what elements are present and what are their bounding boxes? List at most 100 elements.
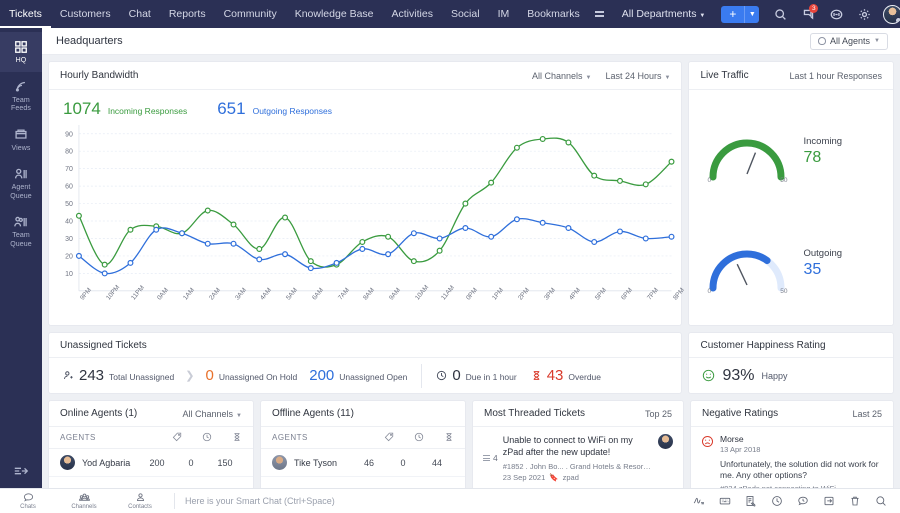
sidebar-item-hq[interactable]: HQ [0, 32, 42, 72]
gauge-incoming-dial: 0 50 [703, 121, 791, 183]
online-agents-channel-filter[interactable]: All Channels▼ [183, 409, 242, 419]
hourly-bandwidth-card: Hourly Bandwidth All Channels▼ Last 24 H… [48, 61, 682, 326]
metric-chevron-icon: ❯ [185, 369, 194, 382]
topnav-item-tickets[interactable]: Tickets [0, 0, 51, 28]
negative-ratings-card: Negative Ratings Last 25 Morse 13 Apr 20… [690, 400, 894, 488]
dashboard-row-2: Unassigned Tickets 243 Total Unassigned … [48, 332, 894, 394]
offline-agents-title: Offline Agents (11) [272, 408, 354, 419]
bottom-item-contacts[interactable]: Contacts [112, 492, 168, 510]
department-selector[interactable]: All Departments ▼ [614, 8, 714, 20]
list-item[interactable]: Morse 13 Apr 2018 Unfortunately, the sol… [691, 427, 893, 488]
feed-icon [0, 79, 42, 94]
bottom-bar-actions [686, 489, 900, 513]
online-agents-card: Online Agents (1) All Channels▼ AGENTS [48, 400, 254, 488]
sad-face-icon [701, 435, 714, 448]
sidebar-item-agent-queue-label: Agent Queue [0, 184, 42, 201]
metric-overdue-value: 43 [547, 367, 564, 384]
add-new-button[interactable]: + [721, 6, 744, 23]
smart-chat-input[interactable]: Here is your Smart Chat (Ctrl+Space) [181, 496, 686, 506]
bandwidth-line-chart[interactable]: 102030405060708090 9PM10PM11PM0AM1AM2AM3… [49, 119, 681, 325]
metric-unassigned-open[interactable]: 200 Unassigned Open [309, 367, 407, 384]
reply-icon[interactable] [816, 489, 842, 513]
gear-icon[interactable] [851, 1, 877, 27]
customer-happiness-card: Customer Happiness Rating 93% Happy [688, 332, 894, 394]
user-avatar[interactable] [883, 5, 900, 24]
sidebar-collapse-button[interactable] [0, 456, 42, 488]
customer-happiness-title: Customer Happiness Rating [700, 340, 825, 351]
metric-overdue[interactable]: 43 Overdue [531, 367, 601, 384]
page-header: Headquarters All Agents ▼ [42, 28, 900, 55]
topnav-item-customers[interactable]: Customers [51, 0, 120, 28]
trash-icon[interactable] [842, 489, 868, 513]
live-traffic-card: Live Traffic Last 1 hour Responses [688, 61, 894, 326]
metric-unassigned-on-hold[interactable]: 0 Unassigned On Hold [205, 367, 297, 384]
incoming-responses-value: 1074 [63, 99, 101, 119]
gauge-incoming: 0 50 Incoming 78 [689, 121, 893, 183]
table-row[interactable]: Yod Agbaria 200 0 150 [49, 449, 253, 477]
sidebar-item-views[interactable]: Views [0, 120, 42, 160]
bottom-item-chats[interactable]: Chats [0, 492, 56, 510]
department-selector-label: All Departments [622, 8, 697, 20]
agent-icon [818, 37, 826, 45]
agent-metric-2: 0 [174, 458, 208, 468]
outgoing-responses-value: 651 [217, 99, 245, 119]
topnav-item-chat[interactable]: Chat [120, 0, 160, 28]
clock-icon[interactable] [764, 489, 790, 513]
grid-icon [0, 39, 42, 54]
agent-filter-label: All Agents [830, 36, 870, 46]
sidebar-item-agent-queue[interactable]: Agent Queue [0, 159, 42, 207]
chat-history-icon[interactable] [790, 489, 816, 513]
bandwidth-range-filter[interactable]: Last 24 Hours▼ [606, 71, 671, 81]
table-row[interactable]: Tike Tyson 46 0 44 [261, 449, 465, 477]
metric-total-unassigned[interactable]: 243 Total Unassigned [63, 367, 174, 384]
topnav-item-im[interactable]: IM [489, 0, 519, 28]
agent-metrics: 200 0 150 [140, 458, 242, 468]
topnav-item-social[interactable]: Social [442, 0, 489, 28]
list-item[interactable]: 4 Unable to connect to WiFi on my zPad a… [473, 427, 683, 482]
most-threaded-tickets-card: Most Threaded Tickets Top 25 4 Unable to… [472, 400, 684, 488]
more-menu-icon[interactable] [595, 9, 604, 20]
topnav-item-bookmarks[interactable]: Bookmarks [518, 0, 589, 28]
thread-meta-secondary: 23 Sep 2021 🔖 zpad [503, 473, 652, 482]
tag-icon [384, 429, 394, 447]
sidebar-item-team-queue[interactable]: Team Queue [0, 207, 42, 255]
agent-metric-1: 200 [140, 458, 174, 468]
svg-text:50: 50 [65, 201, 73, 208]
metric-due-in-1-hour[interactable]: 0 Due in 1 hour [436, 367, 516, 384]
bottom-item-channels[interactable]: Channels [56, 492, 112, 510]
signature-icon[interactable] [686, 489, 712, 513]
gauge-outgoing-name: Outgoing [803, 248, 842, 259]
bandwidth-summary: 1074 Incoming Responses 651 Outgoing Res… [49, 90, 681, 119]
topnav-item-community[interactable]: Community [215, 0, 286, 28]
thread-count: 4 [483, 434, 498, 482]
dashboard-row-3: Online Agents (1) All Channels▼ AGENTS [48, 400, 894, 488]
live-traffic-header: Live Traffic Last 1 hour Responses [689, 62, 893, 90]
notifications-icon[interactable]: 3 [795, 1, 821, 27]
svg-text:30: 30 [65, 236, 73, 243]
clock-icon [436, 370, 447, 381]
gauge-outgoing-dial: 0 50 [703, 232, 791, 294]
agent-filter-button[interactable]: All Agents ▼ [810, 33, 888, 50]
topnav-item-activities[interactable]: Activities [383, 0, 442, 28]
help-icon[interactable] [823, 1, 849, 27]
sidebar-item-team-feeds[interactable]: Team Feeds [0, 72, 42, 120]
agent-metric-3: 150 [208, 458, 242, 468]
svg-text:70: 70 [65, 166, 73, 173]
gauge-incoming-meta: Incoming 78 [803, 136, 842, 167]
search-icon[interactable] [767, 1, 793, 27]
bandwidth-channel-filter[interactable]: All Channels▼ [532, 71, 591, 81]
outgoing-responses-label: Outgoing Responses [253, 106, 332, 116]
topnav-item-reports[interactable]: Reports [160, 0, 215, 28]
negative-rating-date: 13 Apr 2018 [720, 445, 883, 454]
topnav-item-knowledge-base[interactable]: Knowledge Base [286, 0, 383, 28]
search-icon[interactable] [868, 489, 894, 513]
unassigned-tickets-metrics: 243 Total Unassigned ❯ 0 Unassigned On H… [49, 358, 681, 393]
negative-rating-comment: Unfortunately, the solution did not work… [720, 459, 883, 481]
svg-text:20: 20 [65, 253, 73, 260]
note-icon[interactable] [738, 489, 764, 513]
keyboard-icon[interactable] [712, 489, 738, 513]
live-traffic-title: Live Traffic [700, 70, 748, 81]
customer-happiness-label: Happy [762, 371, 788, 381]
add-new-caret-icon[interactable]: ▼ [744, 6, 759, 23]
dashboard-content: Hourly Bandwidth All Channels▼ Last 24 H… [42, 55, 900, 488]
